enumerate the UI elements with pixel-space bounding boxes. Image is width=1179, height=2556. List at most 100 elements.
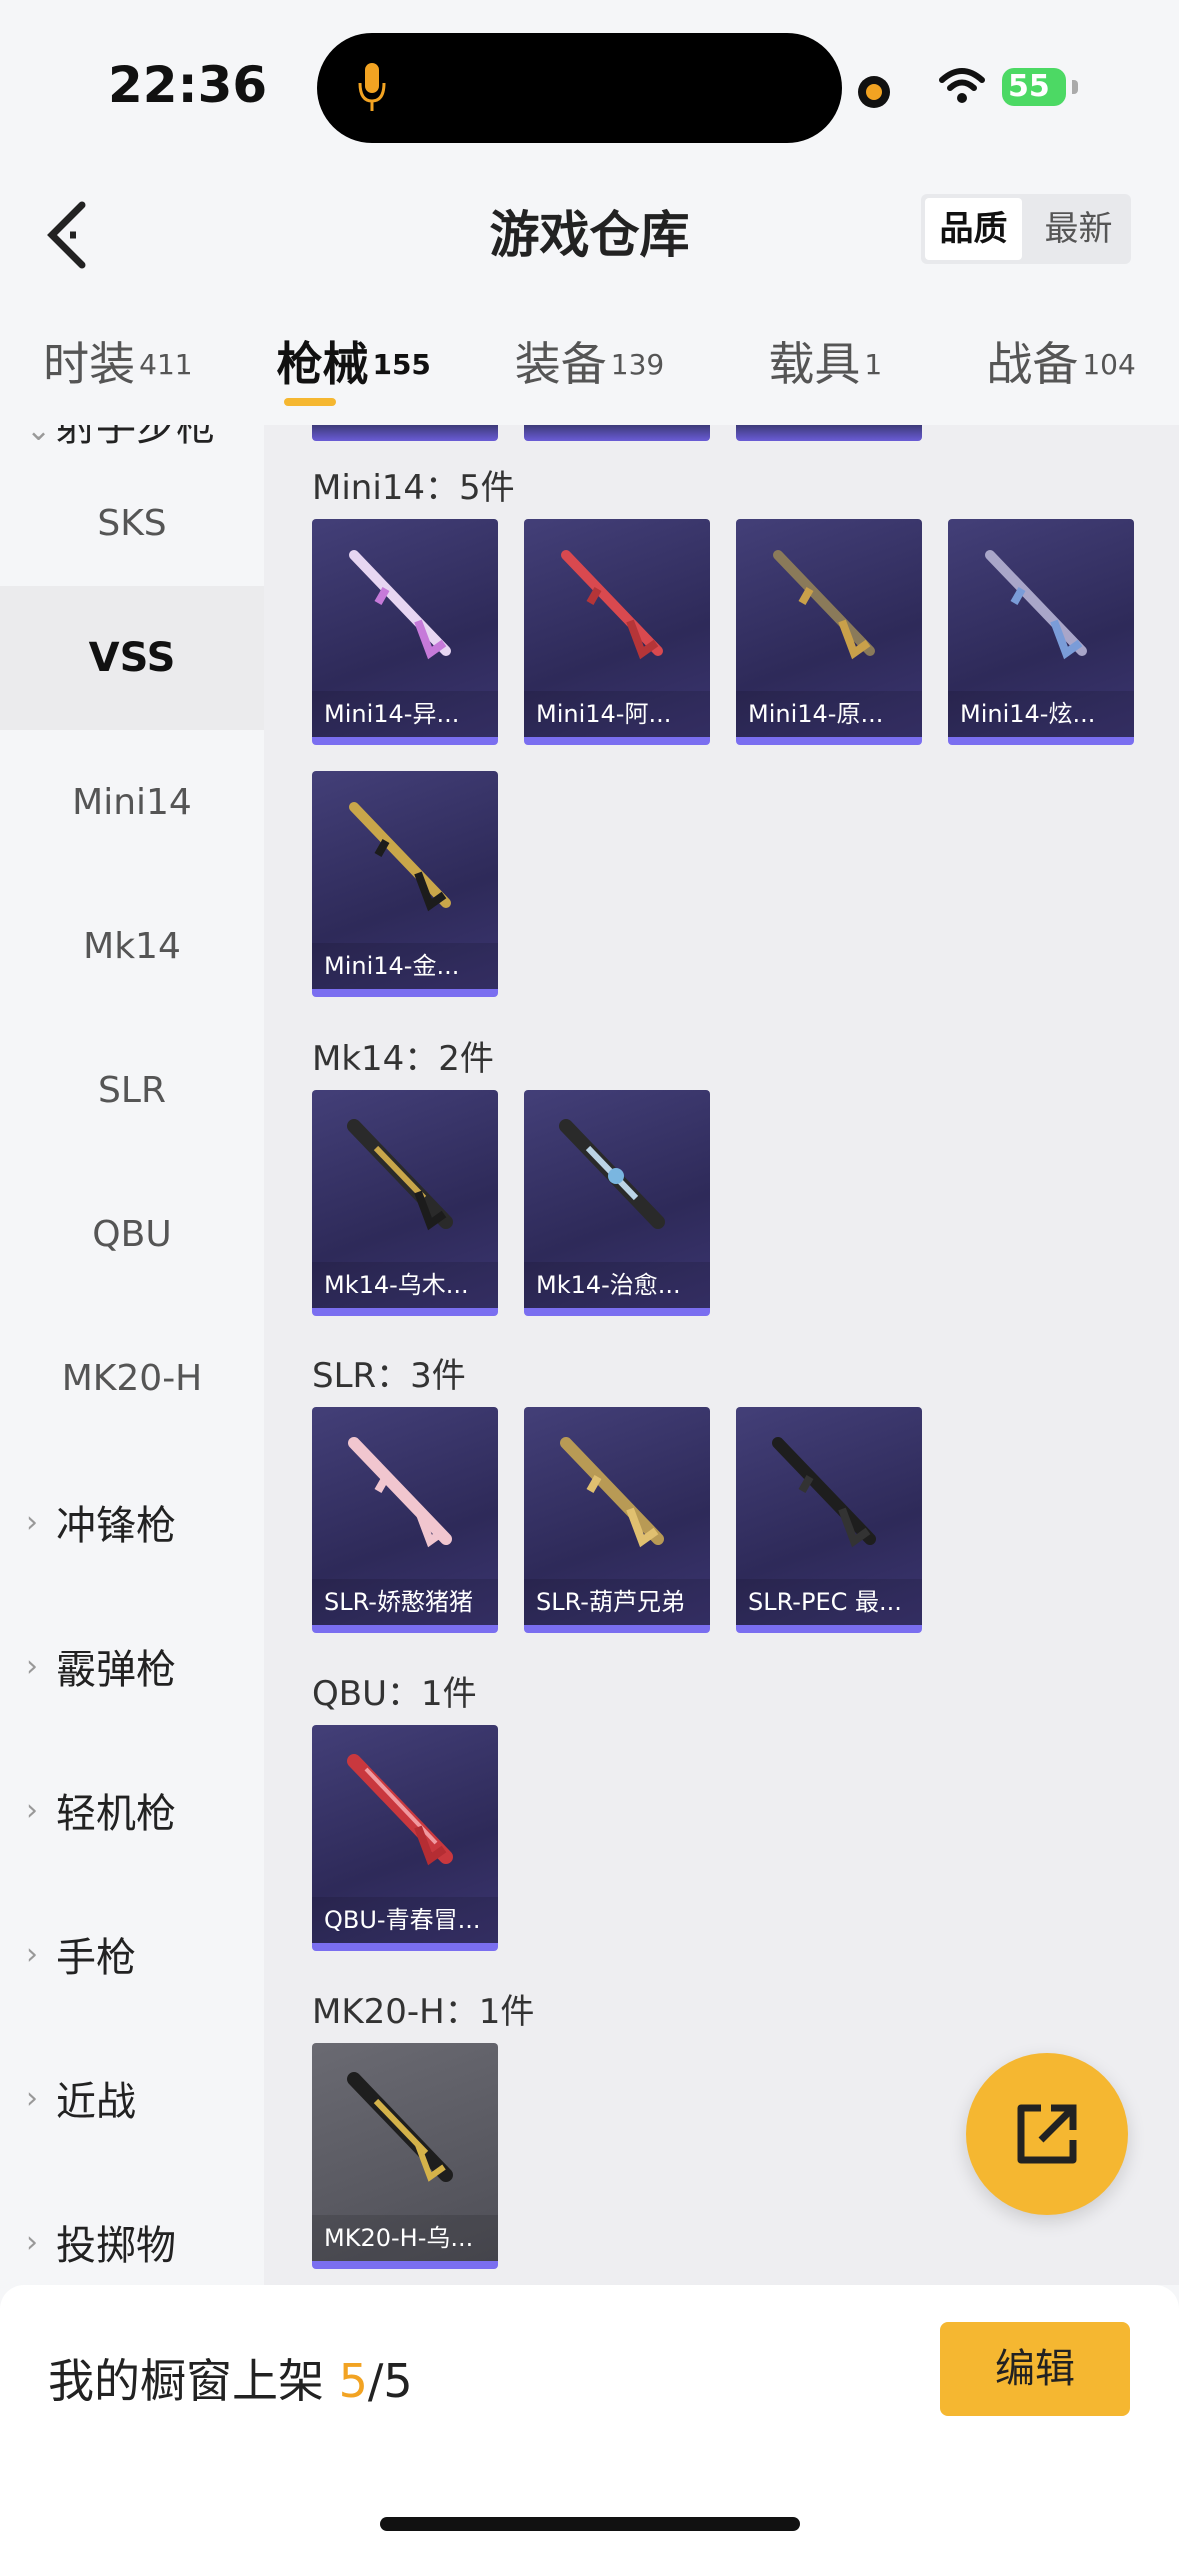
skin-name: Mk14-治愈... [524, 1262, 710, 1308]
sidebar-group-label: 轻机枪 [56, 1791, 176, 1837]
skin-name: Mk14-乌木... [312, 1262, 498, 1308]
battery-tip [1072, 80, 1078, 94]
tab-label: 装备 [514, 337, 607, 391]
skin-card[interactable]: Mini14-异... [312, 519, 498, 745]
sidebar-group-pistol[interactable]: › 手枪 [0, 1882, 264, 2026]
dynamic-island [317, 33, 842, 143]
showcase-total-count: /5 [367, 2354, 413, 2408]
rifle-icon [349, 550, 451, 660]
skin-name: Mini14-异... [312, 691, 498, 737]
tab-count: 411 [139, 347, 193, 381]
rifle-icon [347, 1119, 453, 1231]
card-partial[interactable] [312, 425, 498, 441]
status-bar: 22:36 55 [0, 0, 1179, 160]
skin-grid: QBU-青春冒... [312, 1725, 1172, 1951]
skin-card[interactable]: Mini14-金... [312, 771, 498, 997]
skin-name: QBU-青春冒... [312, 1897, 498, 1943]
rifle-icon [772, 1437, 876, 1548]
chevron-right-icon: › [26, 1648, 38, 1684]
showcase-label: 我的橱窗上架 [48, 2354, 324, 2408]
sidebar-item-mk20h[interactable]: MK20-H [0, 1306, 264, 1450]
battery-icon: 55 [1002, 68, 1066, 106]
sidebar-item-sks[interactable]: SKS [0, 461, 264, 586]
section-title: Mk14：2件 [312, 1039, 494, 1079]
tab-guns[interactable]: 枪械 155 [236, 300, 472, 425]
sidebar-group-partial[interactable]: ⌄ 射手步枪 [0, 425, 264, 461]
skin-card[interactable]: SLR-葫芦兄弟 [524, 1407, 710, 1633]
skin-card[interactable]: MK20-H-乌... [312, 2043, 498, 2269]
rifle-icon [347, 2072, 453, 2182]
share-button[interactable] [966, 2053, 1128, 2215]
sidebar-group-smg[interactable]: › 冲锋枪 [0, 1450, 264, 1594]
skin-card[interactable]: QBU-青春冒... [312, 1725, 498, 1951]
skin-name: SLR-PEC 最... [736, 1579, 922, 1625]
skin-grid: Mk14-乌木... Mk14-治愈... [312, 1090, 1172, 1316]
skin-card[interactable]: SLR-PEC 最... [736, 1407, 922, 1633]
section-mk14: Mk14：2件 Mk14-乌木... Mk14-治愈... [312, 1028, 1172, 1316]
section-title: MK20-H：1件 [312, 1992, 535, 2032]
showcase-current-count: 5 [338, 2354, 368, 2408]
sidebar-item-slr[interactable]: SLR [0, 1018, 264, 1162]
sidebar-group-label: 投掷物 [56, 2223, 176, 2269]
card-partial[interactable] [524, 425, 710, 441]
chevron-right-icon: › [26, 1936, 38, 1972]
tab-vehicles[interactable]: 载具 1 [707, 300, 943, 425]
wifi-icon [939, 68, 985, 103]
skin-name: Mini14-阿... [524, 691, 710, 737]
rifle-icon [559, 1119, 665, 1229]
edit-button[interactable]: 编辑 [940, 2322, 1130, 2416]
skin-name: Mini14-原... [736, 691, 922, 737]
tab-label: 战备 [986, 337, 1079, 391]
tab-label: 载具 [768, 337, 861, 391]
tab-equipment[interactable]: 装备 139 [472, 300, 708, 425]
sidebar-item-mk14[interactable]: Mk14 [0, 874, 264, 1018]
skin-name: Mini14-炫... [948, 691, 1134, 737]
chevron-right-icon: › [26, 1792, 38, 1828]
skin-card[interactable]: Mk14-乌木... [312, 1090, 498, 1316]
nav-header: 游戏仓库 品质 最新 [0, 160, 1179, 300]
sidebar-group-throwable[interactable]: › 投掷物 [0, 2170, 264, 2285]
sort-quality-option[interactable]: 品质 [925, 198, 1022, 260]
tab-fashion[interactable]: 时装 411 [0, 300, 236, 425]
sidebar-item-mini14[interactable]: Mini14 [0, 730, 264, 874]
section-mini14: Mini14：5件 Mini14-异... Mini14-阿... Mini14… [312, 457, 1172, 997]
weapon-sidebar[interactable]: ⌄ 射手步枪 SKS VSS Mini14 Mk14 SLR QBU MK20-H… [0, 425, 264, 2285]
skin-grid: Mini14-异... Mini14-阿... Mini14-原... Mini… [312, 519, 1172, 997]
skin-name: SLR-葫芦兄弟 [524, 1579, 710, 1625]
showcase-status: 我的橱窗上架 5/5 [48, 2345, 413, 2411]
sort-newest-option[interactable]: 最新 [1030, 198, 1127, 260]
rifle-icon [560, 1437, 664, 1548]
sidebar-group-label: 近战 [56, 2079, 136, 2125]
skin-card[interactable]: Mini14-阿... [524, 519, 710, 745]
section-qbu: QBU：1件 QBU-青春冒... [312, 1663, 1172, 1951]
sort-toggle[interactable]: 品质 最新 [921, 194, 1131, 264]
previous-row-partial [312, 425, 922, 441]
home-indicator[interactable] [380, 2517, 800, 2531]
skin-card[interactable]: Mk14-治愈... [524, 1090, 710, 1316]
skin-card[interactable]: Mini14-炫... [948, 519, 1134, 745]
sidebar-group-melee[interactable]: › 近战 [0, 2026, 264, 2170]
skin-name: MK20-H-乌... [312, 2215, 498, 2261]
sidebar-group-shotgun[interactable]: › 霰弹枪 [0, 1594, 264, 1738]
sidebar-item-vss[interactable]: VSS [0, 586, 264, 730]
tab-war-prep[interactable]: 战备 104 [943, 300, 1179, 425]
rifle-icon [349, 802, 451, 912]
tab-count: 155 [372, 347, 431, 381]
card-partial[interactable] [736, 425, 922, 441]
sidebar-group-lmg[interactable]: › 轻机枪 [0, 1738, 264, 1882]
skin-name: Mini14-金... [312, 943, 498, 989]
rifle-icon [985, 550, 1087, 660]
tab-count: 139 [610, 347, 665, 381]
section-slr: SLR：3件 SLR-娇憨猪猪 SLR-葫芦兄弟 SLR-PEC 最... [312, 1345, 1172, 1633]
skin-card[interactable]: SLR-娇憨猪猪 [312, 1407, 498, 1633]
microphone-icon [358, 63, 386, 111]
sidebar-item-qbu[interactable]: QBU [0, 1162, 264, 1306]
skin-card[interactable]: Mini14-原... [736, 519, 922, 745]
sidebar-group-label: 射手步枪 [56, 425, 216, 450]
sidebar-group-label: 冲锋枪 [56, 1503, 176, 1549]
weapon-list[interactable]: Mini14：5件 Mini14-异... Mini14-阿... Mini14… [264, 425, 1179, 2285]
chevron-right-icon: › [26, 2224, 38, 2260]
battery-level: 55 [1008, 69, 1050, 104]
chevron-down-icon: ⌄ [26, 425, 52, 448]
section-title: SLR：3件 [312, 1356, 466, 1396]
